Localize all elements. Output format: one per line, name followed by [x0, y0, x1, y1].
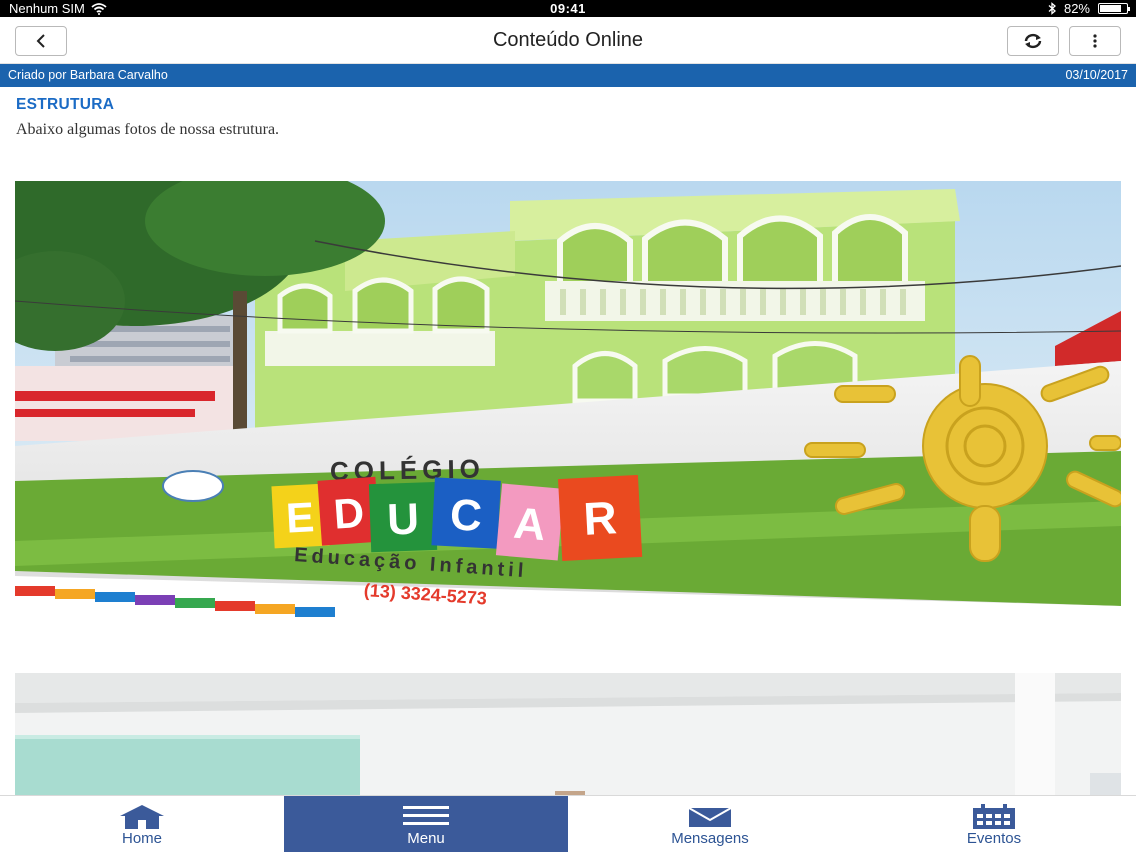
home-icon	[120, 805, 164, 829]
post-date: 03/10/2017	[1065, 68, 1128, 82]
author-label: Criado por Barbara Carvalho	[8, 68, 168, 82]
school-facade-photo: COLÉGIO E D U C A R Educação Infantil (1…	[15, 181, 1121, 624]
tab-label: Menu	[407, 830, 445, 847]
classroom-interior-photo	[15, 673, 1121, 795]
envelope-icon	[688, 807, 732, 827]
tab-label: Home	[121, 830, 162, 847]
sign-letter: R	[582, 491, 618, 545]
page-title: Conteúdo Online	[492, 29, 644, 51]
battery-icon	[1098, 3, 1130, 14]
sign-letter: D	[332, 489, 366, 538]
sign-letter: C	[449, 490, 483, 541]
refresh-button[interactable]	[1007, 26, 1059, 56]
sign-letter: E	[285, 493, 315, 541]
bottom-tab-bar: Home Menu Mensagens Eventos	[0, 795, 1136, 852]
status-bar: Nenhum SIM 09:41 82%	[0, 0, 1136, 17]
bluetooth-icon	[1048, 2, 1056, 15]
intro-text: Abaixo algumas fotos de nossa estrutura.	[16, 121, 280, 138]
tab-mensagens[interactable]: Mensagens	[568, 796, 852, 852]
sign-letter: U	[386, 495, 419, 545]
status-right: 82%	[1048, 1, 1130, 16]
navigation-bar: Conteúdo Online	[0, 17, 1136, 64]
tab-label: Eventos	[966, 830, 1022, 847]
hamburger-menu-icon	[403, 806, 449, 825]
calendar-icon	[973, 804, 1015, 829]
tab-home[interactable]: Home	[0, 796, 284, 852]
section-title: ESTRUTURA	[16, 96, 115, 113]
content-area[interactable]: ESTRUTURA Abaixo algumas fotos de nossa …	[0, 87, 1136, 795]
sign-letter: A	[512, 499, 548, 551]
tab-eventos[interactable]: Eventos	[852, 796, 1136, 852]
refresh-icon	[1024, 33, 1042, 49]
status-time: 09:41	[550, 1, 586, 16]
vertical-dots-icon	[1093, 34, 1097, 48]
author-bar: Criado por Barbara Carvalho 03/10/2017	[0, 64, 1136, 87]
tab-menu[interactable]: Menu	[284, 796, 568, 852]
tab-label: Mensagens	[671, 830, 749, 847]
battery-fill	[1100, 5, 1122, 12]
more-options-button[interactable]	[1069, 26, 1121, 56]
battery-percent: 82%	[1063, 1, 1090, 16]
